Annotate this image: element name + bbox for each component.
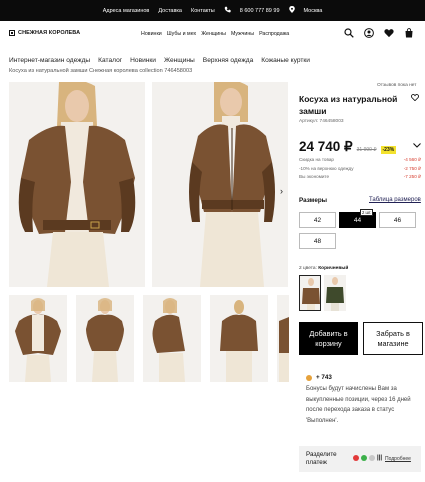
discount-line-label: Скидка на товар: [299, 157, 334, 162]
breadcrumb-current: Косуха из натуральной замши Снежная коро…: [9, 68, 193, 74]
payment-provider-green-icon: [361, 455, 367, 461]
nav-women[interactable]: Женщины: [201, 31, 226, 37]
thumbnail-5-partial[interactable]: [277, 295, 289, 382]
sizes-label: Размеры: [299, 197, 328, 204]
thumbnail-5-image: [277, 295, 289, 382]
old-price: 31 990 ₽: [356, 147, 377, 153]
heart-icon[interactable]: [384, 28, 394, 38]
brand-logo[interactable]: СНЕЖНАЯ КОРОЛЕВА: [9, 30, 80, 36]
current-price: 24 740 ₽: [299, 139, 353, 154]
discount-line: Вы экономите -7 250 ₽: [299, 173, 421, 182]
thumbnail-3[interactable]: [143, 295, 201, 382]
thumbnail-1-image: [9, 295, 67, 382]
nav-new[interactable]: Новинки: [141, 31, 162, 37]
thumbnail-3-image: [143, 295, 201, 382]
discount-line-value: -4 560 ₽: [403, 157, 421, 162]
nav-furs[interactable]: Шубы и мех: [167, 31, 196, 37]
bonus-coin-icon: [306, 374, 312, 381]
header-icons: [344, 28, 414, 38]
stores-link[interactable]: Адреса магазинов: [103, 8, 150, 14]
crumb-catalog[interactable]: Каталог: [98, 57, 122, 64]
reviews-link[interactable]: Отзывов пока нет: [377, 83, 416, 88]
colors-label: 2 цвета: Коричневый: [299, 266, 348, 271]
color-name: Коричневый: [318, 266, 349, 271]
thumbnail-2[interactable]: [76, 295, 134, 382]
main-nav: Новинки Шубы и мех Женщины Мужчины Распр…: [141, 31, 289, 37]
model-front-image: [9, 82, 145, 287]
account-icon[interactable]: [364, 28, 374, 38]
favorite-heart-icon[interactable]: [411, 94, 419, 103]
crumb-shop[interactable]: Интернет-магазин одежды: [9, 57, 90, 64]
split-payment-label: Разделите платеж: [306, 451, 337, 466]
gallery-next-arrow-icon[interactable]: ›: [280, 186, 283, 196]
nav-sale[interactable]: Распродажа: [259, 31, 289, 37]
thumbnail-4-image: [210, 295, 268, 382]
thumbnail-4[interactable]: [210, 295, 268, 382]
product-photo-back[interactable]: [152, 82, 288, 287]
discount-line-value: -2 750 ₽: [403, 165, 421, 171]
price-row: 24 740 ₽ 31 990 ₽ -23%: [299, 139, 397, 155]
cart-icon[interactable]: [404, 28, 414, 38]
breadcrumb-nav: Интернет-магазин одежды Каталог Новинки …: [9, 57, 310, 64]
article-number: Артикул: 746458003: [299, 119, 344, 124]
crumb-new[interactable]: Новинки: [130, 57, 156, 64]
discount-line: Скидка на товар -4 560 ₽: [299, 156, 421, 165]
size-option-42[interactable]: 42: [299, 212, 336, 228]
size-table-link[interactable]: Таблица размеров: [369, 197, 421, 203]
product-title: Косуха из натуральной замши: [299, 94, 398, 116]
product-photo-front[interactable]: [9, 82, 145, 287]
thumbnail-2-image: [76, 295, 134, 382]
stock-count-tag: 2 шт.: [360, 209, 374, 216]
discount-badge: -23%: [380, 146, 397, 154]
logo-mark-icon: [9, 30, 15, 36]
contacts-link[interactable]: Контакты: [191, 8, 215, 14]
bonus-header: + 743: [306, 374, 332, 381]
add-to-cart-button[interactable]: Добавить в корзину: [299, 322, 358, 355]
swatch-green-image: [324, 275, 346, 311]
bonus-description: Бонусы будут начислены Вам за выкупленны…: [306, 386, 411, 424]
logo-text: СНЕЖНАЯ КОРОЛЕВА: [18, 30, 81, 36]
top-bar: Адреса магазинов Доставка Контакты 8 600…: [0, 0, 425, 21]
thumbnail-1[interactable]: [9, 295, 67, 382]
discount-line-label: -10% на верхнюю одежду: [299, 165, 354, 171]
search-icon[interactable]: [344, 28, 354, 38]
crumb-outerwear[interactable]: Верхняя одежда: [203, 57, 253, 64]
discount-line: -10% на верхнюю одежду -2 750 ₽: [299, 165, 421, 174]
phone-number[interactable]: 8 600 777 89 99: [240, 8, 280, 14]
discount-line-value: -7 250 ₽: [403, 174, 421, 179]
swatch-brown-image: [300, 276, 320, 310]
payment-provider-grey-icon: [369, 455, 375, 461]
bonus-amount: + 743: [316, 374, 332, 381]
colors-count: 2 цвета:: [299, 266, 317, 271]
delivery-link[interactable]: Доставка: [158, 8, 182, 14]
crumb-leather-jackets[interactable]: Кожаные куртки: [261, 57, 310, 64]
discount-line-label: Вы экономите: [299, 174, 330, 179]
payment-provider-red-icon: [353, 455, 359, 461]
crumb-women[interactable]: Женщины: [164, 57, 195, 64]
site-header: СНЕЖНАЯ КОРОЛЕВА Новинки Шубы и мех Женщ…: [0, 21, 425, 49]
pick-in-store-button[interactable]: Забрать в магазине: [363, 322, 423, 355]
color-swatch-brown[interactable]: [299, 275, 321, 311]
split-payment-box[interactable]: Разделите платеж ||| Подробнее: [299, 446, 421, 472]
discount-breakdown: Скидка на товар -4 560 ₽ -10% на верхнюю…: [299, 156, 421, 182]
size-option-46[interactable]: 46: [379, 212, 416, 228]
location-pin-icon: [288, 6, 295, 15]
city-selector[interactable]: Москва: [304, 8, 323, 14]
size-option-48[interactable]: 48: [299, 233, 336, 249]
payment-provider-icons: |||: [353, 455, 382, 461]
bars-icon: |||: [377, 455, 383, 461]
model-front-open-image: [152, 82, 288, 287]
color-swatch-green[interactable]: [324, 275, 346, 311]
split-more-link[interactable]: Подробнее: [385, 456, 411, 462]
phone-icon: [224, 6, 231, 15]
nav-men[interactable]: Мужчины: [231, 31, 254, 37]
chevron-down-icon[interactable]: [413, 143, 421, 150]
